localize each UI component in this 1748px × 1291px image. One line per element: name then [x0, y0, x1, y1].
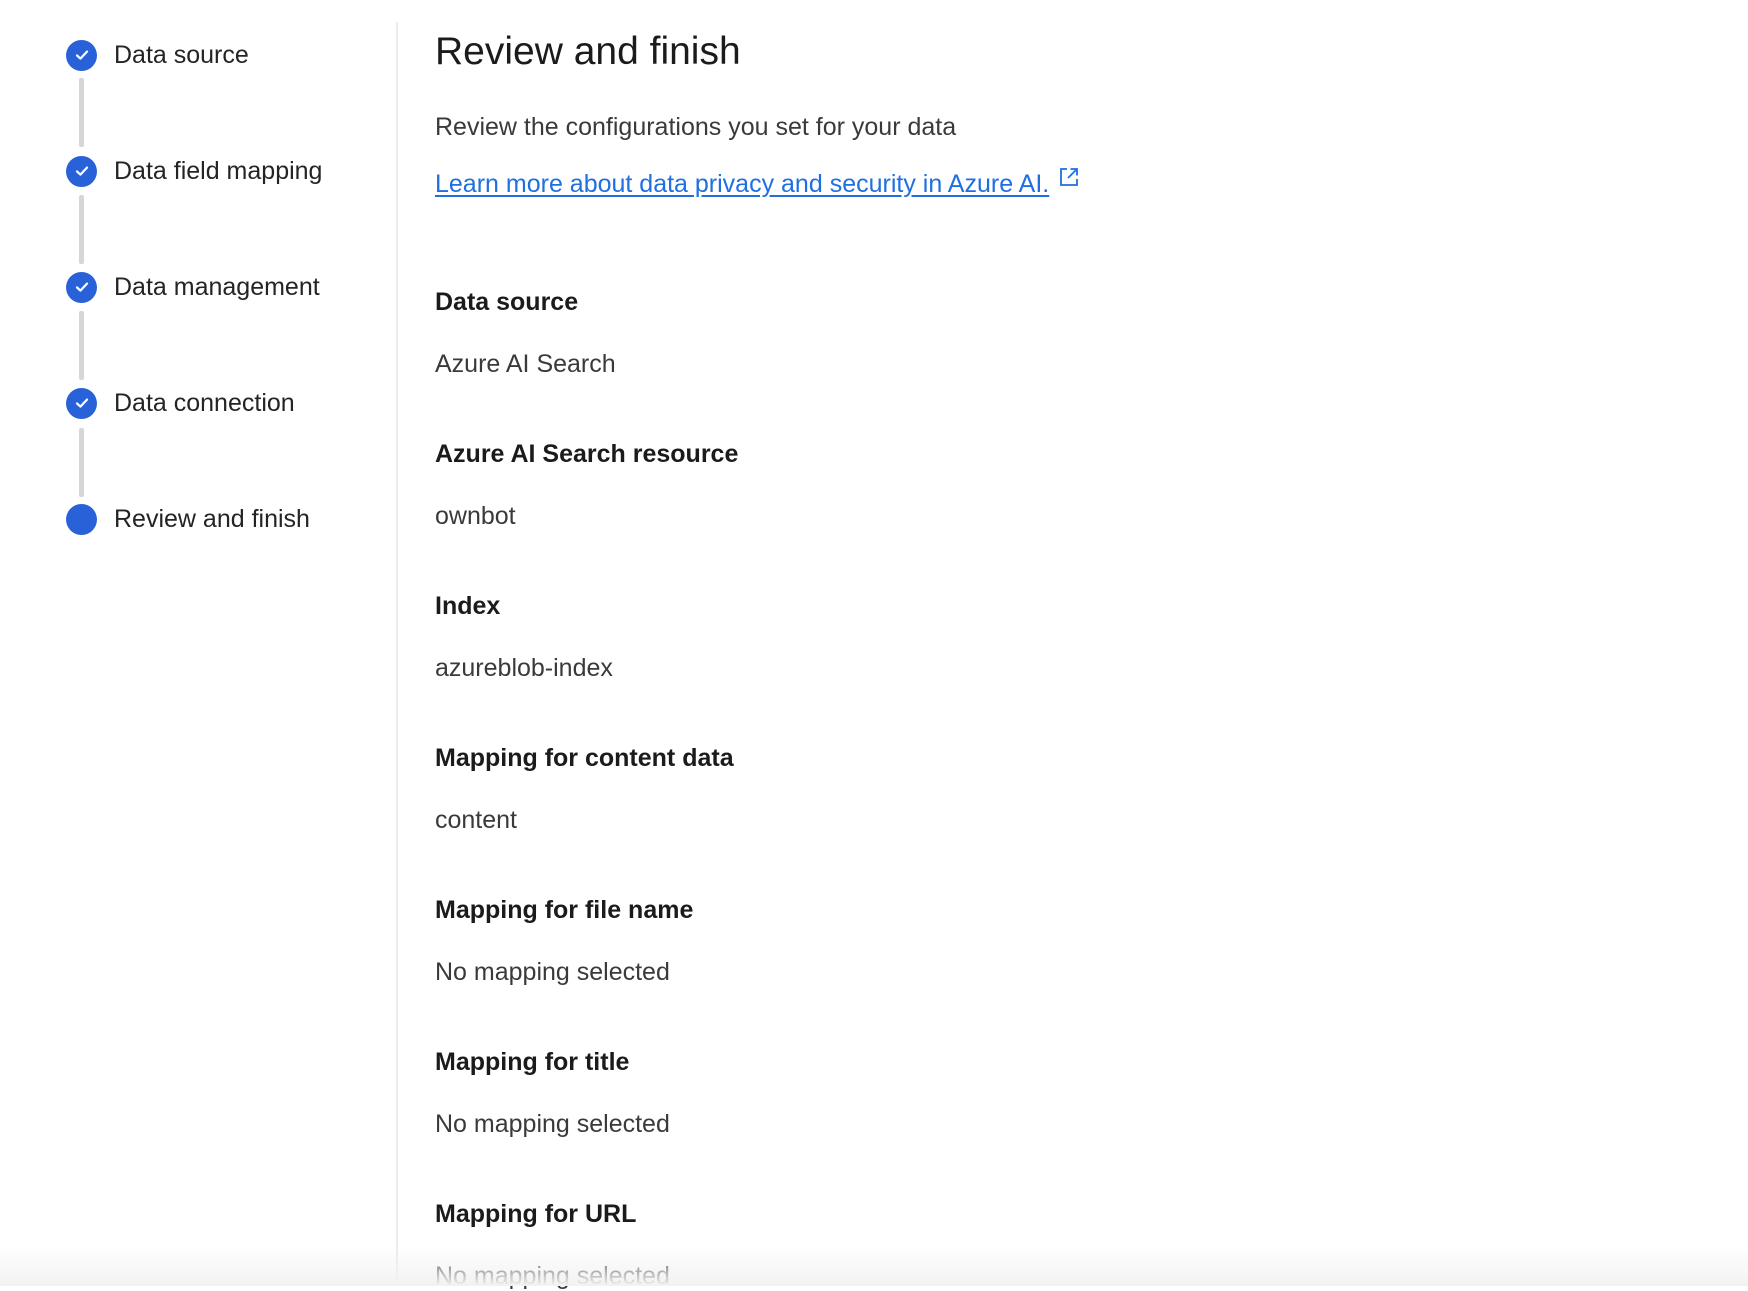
wizard-stepper: Data source Data field mapping Data mana…	[0, 0, 396, 1286]
field-value: No mapping selected	[435, 1262, 670, 1290]
page-title: Review and finish	[435, 30, 741, 73]
step-data-source[interactable]: Data source	[66, 37, 249, 73]
step-label: Data source	[114, 40, 249, 69]
step-connector	[79, 428, 84, 497]
review-field-index: Index azureblob-index	[435, 592, 613, 683]
step-connector	[79, 311, 84, 380]
open-external-icon	[1058, 166, 1080, 193]
step-label: Review and finish	[114, 504, 310, 533]
review-field-url-mapping: Mapping for URL No mapping selected	[435, 1200, 670, 1291]
learn-more-link-text: Learn more about data privacy and securi…	[435, 170, 1050, 198]
field-value: No mapping selected	[435, 1110, 670, 1138]
field-value: ownbot	[435, 502, 516, 530]
field-label: Mapping for content data	[435, 744, 734, 772]
field-label: Mapping for title	[435, 1048, 630, 1076]
review-field-title-mapping: Mapping for title No mapping selected	[435, 1048, 670, 1139]
step-review-and-finish[interactable]: Review and finish	[66, 501, 310, 537]
review-field-content-mapping: Mapping for content data content	[435, 744, 734, 835]
page-description: Review the configurations you set for yo…	[435, 113, 957, 141]
step-data-field-mapping[interactable]: Data field mapping	[66, 153, 322, 189]
field-value: No mapping selected	[435, 958, 670, 986]
learn-more-link[interactable]: Learn more about data privacy and securi…	[435, 168, 1080, 199]
step-label: Data field mapping	[114, 156, 323, 185]
field-value: content	[435, 806, 518, 834]
field-label: Mapping for URL	[435, 1200, 637, 1228]
review-field-file-name-mapping: Mapping for file name No mapping selecte…	[435, 896, 693, 987]
field-label: Data source	[435, 288, 579, 316]
step-completed-check-icon	[66, 155, 97, 187]
step-completed-check-icon	[66, 271, 97, 303]
review-field-data-source: Data source Azure AI Search	[435, 288, 616, 379]
step-completed-check-icon	[66, 39, 97, 71]
step-completed-check-icon	[66, 387, 97, 419]
wizard-panel: Data source Data field mapping Data mana…	[0, 0, 1748, 1290]
field-value: Azure AI Search	[435, 350, 616, 378]
stepper-divider	[396, 22, 398, 1286]
field-label: Index	[435, 592, 501, 620]
field-label: Azure AI Search resource	[435, 440, 739, 468]
field-label: Mapping for file name	[435, 896, 694, 924]
step-connector	[79, 195, 84, 264]
step-data-management[interactable]: Data management	[66, 269, 320, 305]
step-current-dot-icon	[66, 503, 97, 535]
step-connector	[79, 78, 84, 147]
step-label: Data connection	[114, 388, 295, 417]
review-field-search-resource: Azure AI Search resource ownbot	[435, 440, 738, 531]
step-label: Data management	[114, 272, 320, 301]
review-content: Review and finish Review the configurati…	[435, 0, 1715, 1290]
field-value: azureblob-index	[435, 654, 613, 682]
step-data-connection[interactable]: Data connection	[66, 385, 295, 421]
